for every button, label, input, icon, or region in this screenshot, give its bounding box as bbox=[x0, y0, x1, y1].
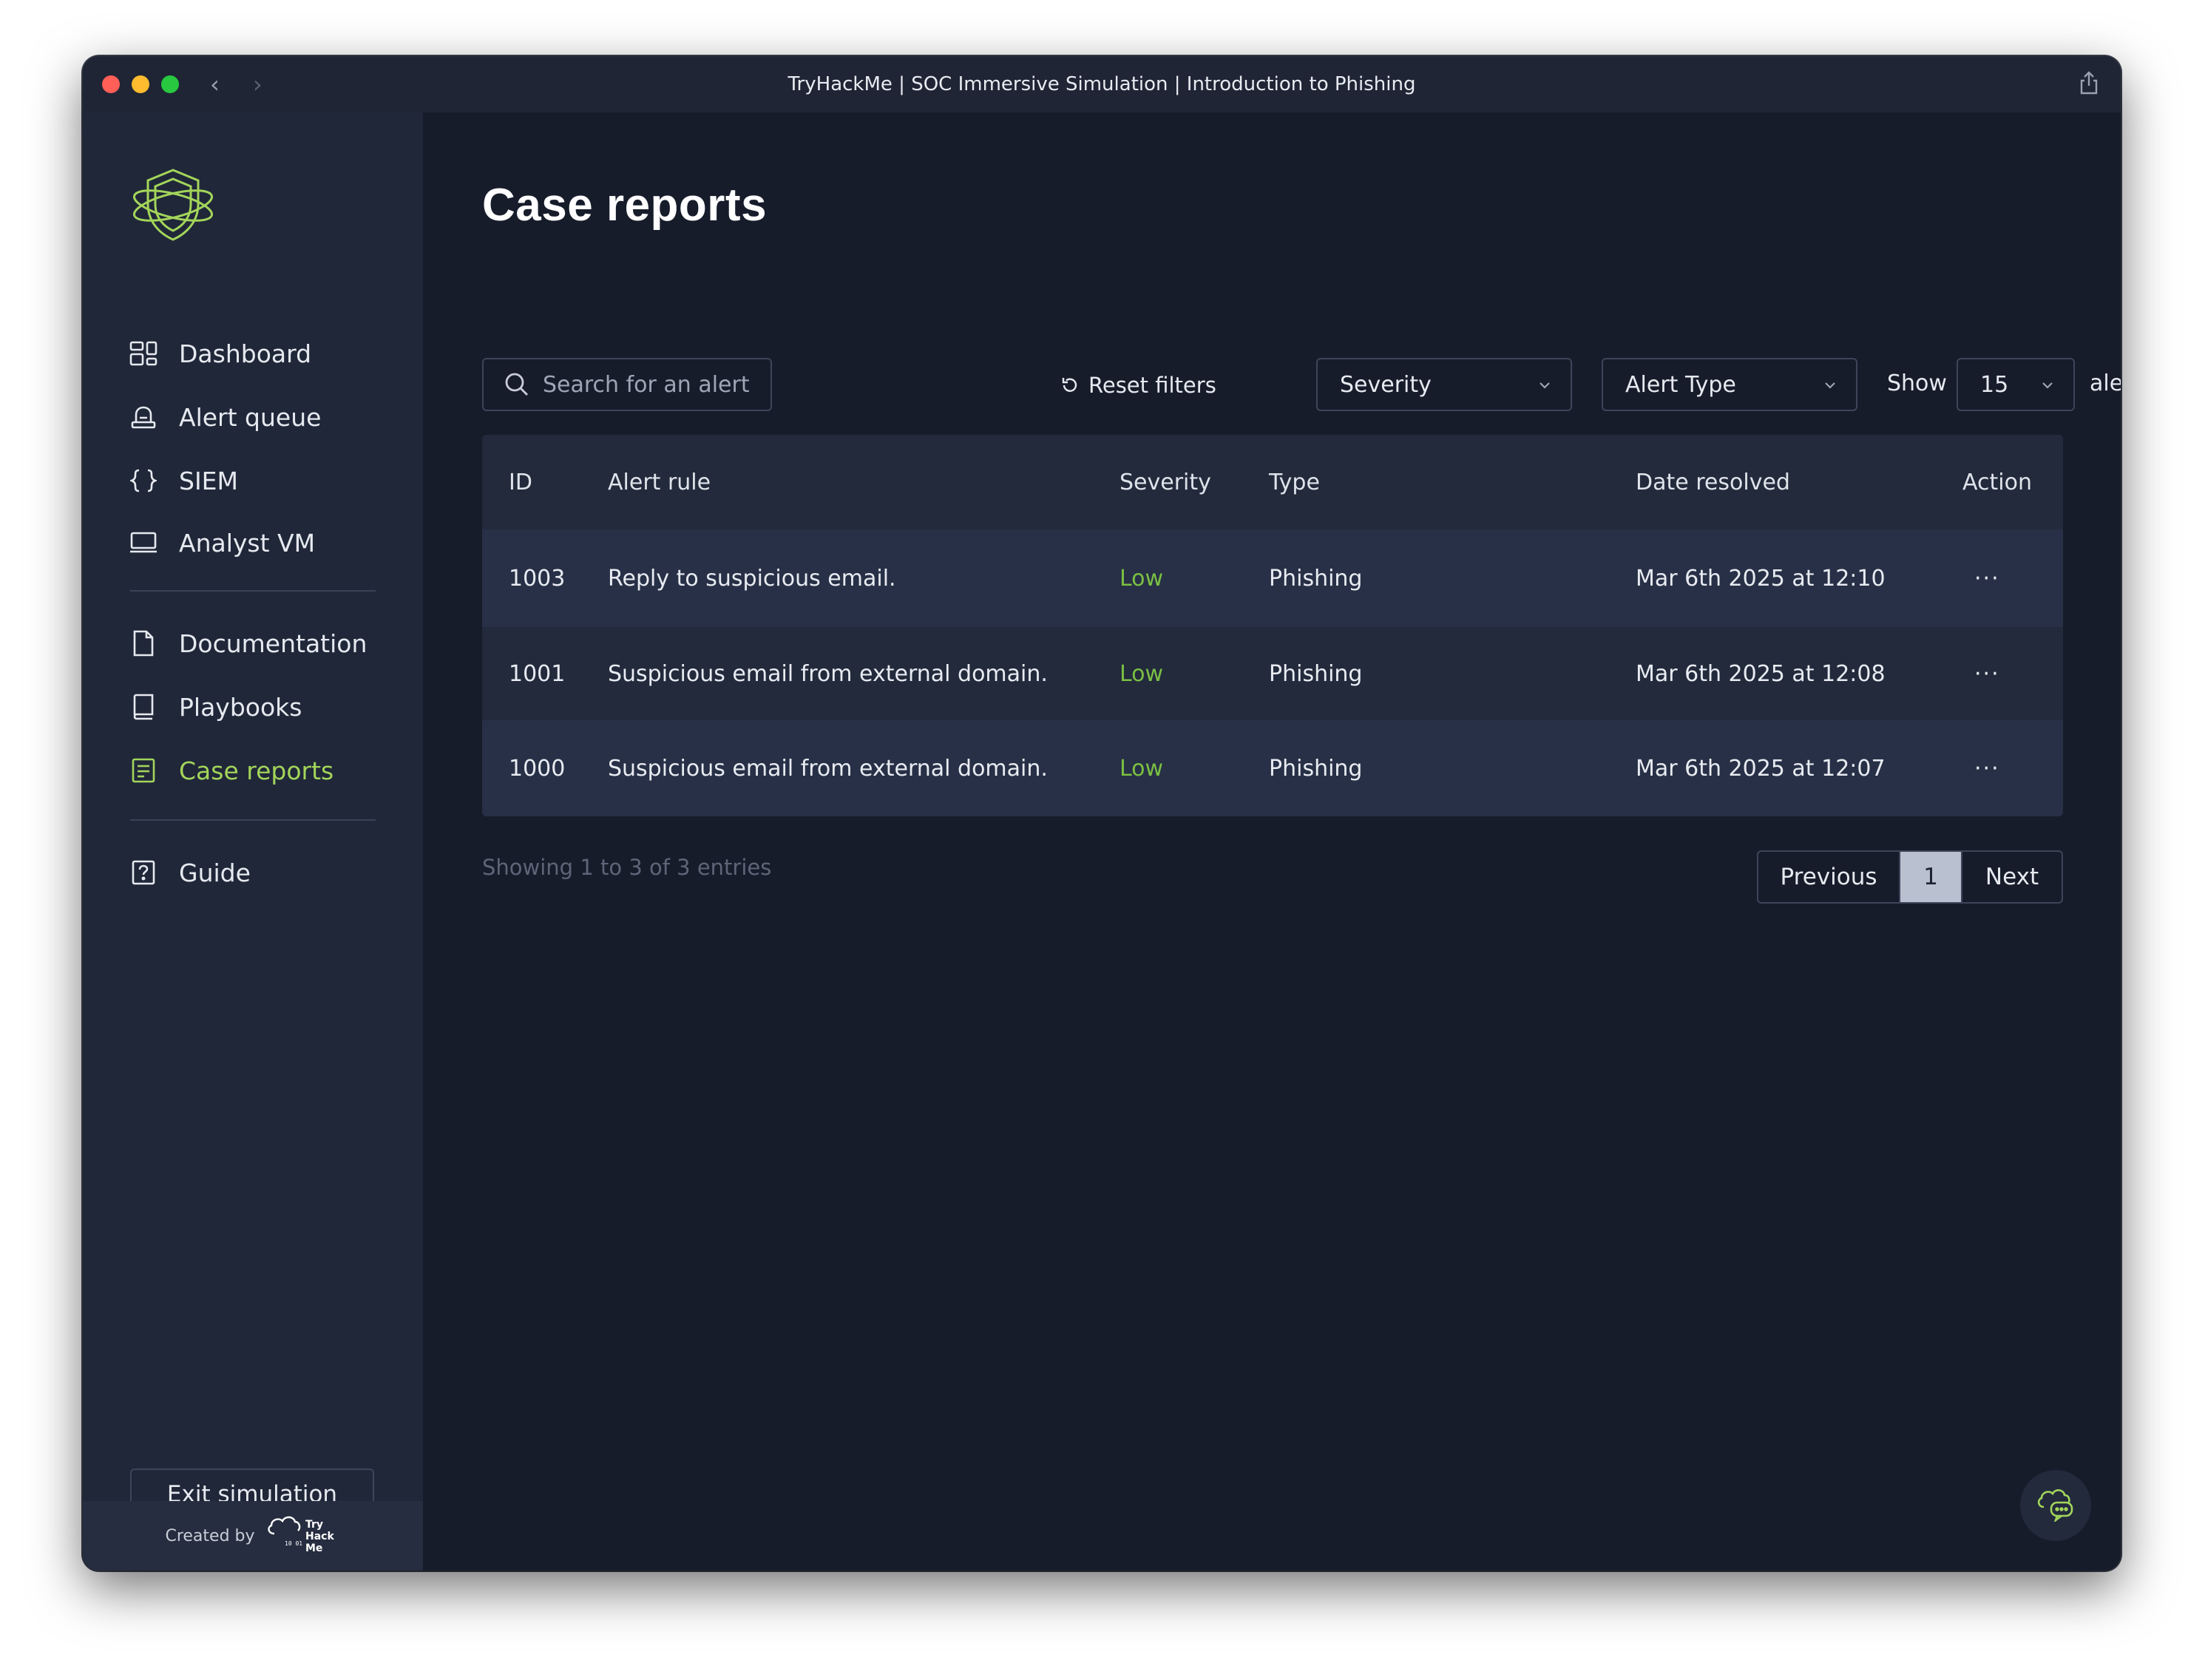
svg-text:Try: Try bbox=[305, 1519, 323, 1531]
sidebar-footer: Created by Try Hack Me 10 01 bbox=[83, 1501, 423, 1571]
sidebar-divider bbox=[130, 819, 376, 821]
svg-text:10 01: 10 01 bbox=[285, 1540, 302, 1547]
case-reports-table: ID Alert rule Severity Type Date resolve… bbox=[482, 435, 2063, 816]
pagination: Previous 1 Next bbox=[1757, 850, 2063, 904]
chevron-down-icon bbox=[1822, 377, 1838, 393]
column-header-action: Action bbox=[1962, 469, 2032, 495]
page-size-select[interactable]: 15 bbox=[1957, 358, 2075, 411]
sidebar-item-dashboard[interactable]: Dashboard bbox=[129, 331, 311, 376]
sidebar-item-label: Case reports bbox=[179, 756, 334, 785]
cell-alert-rule: Suspicious email from external domain. bbox=[608, 755, 1048, 782]
sidebar-item-documentation[interactable]: Documentation bbox=[129, 621, 367, 665]
report-icon bbox=[129, 756, 158, 785]
table-row[interactable]: 1000 Suspicious email from external doma… bbox=[482, 720, 2063, 816]
cell-id: 1003 bbox=[509, 565, 566, 592]
search-input[interactable]: Search for an alert bbox=[482, 358, 772, 411]
more-options-icon[interactable]: ··· bbox=[1974, 720, 2000, 816]
cell-id: 1001 bbox=[509, 660, 566, 687]
svg-text:Me: Me bbox=[305, 1542, 322, 1554]
cell-date-resolved: Mar 6th 2025 at 12:10 bbox=[1636, 565, 1886, 592]
search-placeholder: Search for an alert bbox=[543, 371, 750, 398]
sidebar-item-siem[interactable]: SIEM bbox=[129, 458, 238, 503]
next-page-button[interactable]: Next bbox=[1961, 852, 2062, 902]
help-icon bbox=[129, 858, 158, 887]
cell-date-resolved: Mar 6th 2025 at 12:08 bbox=[1636, 660, 1886, 687]
alert-type-select[interactable]: Alert Type bbox=[1602, 358, 1857, 411]
sidebar-divider bbox=[130, 590, 376, 592]
reset-filters-button[interactable]: Reset filters bbox=[1060, 367, 1216, 404]
column-header-severity[interactable]: Severity bbox=[1120, 435, 1211, 529]
main-content: Case reports Search for an alert Reset f… bbox=[423, 112, 2121, 1571]
cell-type: Phishing bbox=[1269, 755, 1363, 782]
severity-select[interactable]: Severity bbox=[1316, 358, 1572, 411]
entries-summary: Showing 1 to 3 of 3 entries bbox=[482, 855, 772, 880]
alarm-icon bbox=[129, 402, 158, 432]
cell-date-resolved: Mar 6th 2025 at 12:07 bbox=[1636, 755, 1886, 782]
sidebar-item-label: Guide bbox=[179, 858, 251, 887]
created-by-label: Created by bbox=[165, 1526, 255, 1545]
dashboard-icon bbox=[129, 339, 158, 368]
sidebar-item-label: Dashboard bbox=[179, 339, 312, 368]
document-icon bbox=[129, 629, 158, 658]
title-bar: ‹ › TryHackMe | SOC Immersive Simulation… bbox=[83, 56, 2121, 113]
braces-icon bbox=[129, 466, 158, 495]
cell-severity: Low bbox=[1120, 660, 1164, 687]
cell-type: Phishing bbox=[1269, 660, 1363, 687]
book-icon bbox=[129, 692, 158, 722]
cell-id: 1000 bbox=[509, 755, 566, 782]
cell-severity: Low bbox=[1120, 565, 1164, 592]
sidebar-item-label: Alert queue bbox=[179, 402, 322, 432]
table-row[interactable]: 1003 Reply to suspicious email. Low Phis… bbox=[482, 529, 2063, 627]
previous-page-button[interactable]: Previous bbox=[1758, 852, 1900, 902]
more-options-icon[interactable]: ··· bbox=[1974, 529, 2000, 627]
sidebar-item-alert-queue[interactable]: Alert queue bbox=[129, 395, 321, 439]
table-row[interactable]: 1001 Suspicious email from external doma… bbox=[482, 627, 2063, 720]
alert-type-select-value: Alert Type bbox=[1625, 371, 1736, 398]
sidebar-item-playbooks[interactable]: Playbooks bbox=[129, 685, 302, 729]
column-header-id[interactable]: ID bbox=[509, 435, 532, 529]
chat-bubble-icon bbox=[2035, 1486, 2076, 1525]
cell-alert-rule: Reply to suspicious email. bbox=[608, 565, 896, 592]
cell-severity: Low bbox=[1120, 755, 1164, 782]
more-options-icon[interactable]: ··· bbox=[1974, 627, 2000, 720]
sidebar-item-analyst-vm[interactable]: Analyst VM bbox=[129, 521, 315, 565]
tryhackme-logo-icon: Try Hack Me 10 01 bbox=[264, 1511, 341, 1560]
window-title: TryHackMe | SOC Immersive Simulation | I… bbox=[788, 73, 1416, 95]
severity-select-value: Severity bbox=[1340, 371, 1432, 398]
sidebar-item-case-reports[interactable]: Case reports bbox=[129, 748, 333, 793]
monitor-icon bbox=[129, 528, 158, 558]
sidebar-item-label: Documentation bbox=[179, 629, 368, 658]
page-title: Case reports bbox=[482, 180, 768, 231]
app-window: ‹ › TryHackMe | SOC Immersive Simulation… bbox=[83, 56, 2121, 1571]
page-size-value: 15 bbox=[1980, 371, 2009, 398]
column-header-type[interactable]: Type bbox=[1269, 435, 1320, 529]
column-header-date-resolved[interactable]: Date resolved bbox=[1636, 435, 1790, 529]
share-icon[interactable] bbox=[2078, 70, 2100, 99]
search-icon bbox=[504, 372, 529, 397]
chat-assistant-button[interactable] bbox=[2020, 1470, 2091, 1541]
soc-shield-logo-icon bbox=[130, 167, 216, 247]
sidebar-item-label: Playbooks bbox=[179, 692, 302, 722]
cell-alert-rule: Suspicious email from external domain. bbox=[608, 660, 1048, 687]
chevron-down-icon bbox=[2039, 377, 2056, 393]
cell-type: Phishing bbox=[1269, 565, 1363, 592]
column-header-alert-rule[interactable]: Alert rule bbox=[608, 435, 711, 529]
reset-filters-label: Reset filters bbox=[1088, 373, 1216, 398]
sidebar: Dashboard Alert queue SIEM Analyst VM Do… bbox=[83, 112, 423, 1571]
reset-icon bbox=[1060, 376, 1080, 395]
sidebar-item-label: Analyst VM bbox=[179, 528, 316, 558]
alerts-label: alerts bbox=[2090, 370, 2121, 396]
sidebar-item-label: SIEM bbox=[179, 466, 239, 495]
chevron-down-icon bbox=[1537, 377, 1553, 393]
table-header-row: ID Alert rule Severity Type Date resolve… bbox=[482, 435, 2063, 529]
show-label: Show bbox=[1887, 370, 1947, 396]
page-1-button[interactable]: 1 bbox=[1900, 852, 1961, 902]
svg-text:Hack: Hack bbox=[305, 1531, 334, 1542]
sidebar-item-guide[interactable]: Guide bbox=[129, 850, 251, 895]
